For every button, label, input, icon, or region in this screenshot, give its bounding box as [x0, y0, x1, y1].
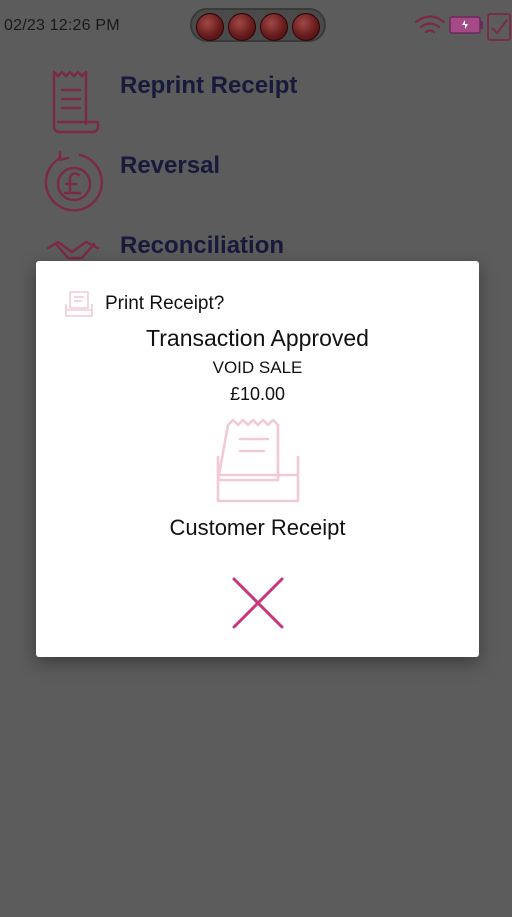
transaction-amount: £10.00: [229, 384, 286, 404]
transaction-status: Transaction Approved: [146, 325, 369, 351]
close-icon: [232, 577, 284, 629]
customer-receipt-label: Customer Receipt: [169, 515, 346, 540]
dialog-header: Print Receipt?: [62, 288, 362, 318]
dialog-title: Print Receipt?: [105, 293, 225, 314]
modal-overlay: Print Receipt? Transaction Approved VOID…: [0, 0, 512, 917]
receipt-printer-icon: [216, 418, 300, 503]
transaction-type: VOID SALE: [212, 358, 303, 377]
print-receipt-dialog: Print Receipt? Transaction Approved VOID…: [36, 261, 479, 657]
close-button[interactable]: [228, 575, 288, 631]
printer-icon: [65, 291, 93, 317]
customer-receipt-button[interactable]: Customer Receipt: [36, 411, 479, 546]
